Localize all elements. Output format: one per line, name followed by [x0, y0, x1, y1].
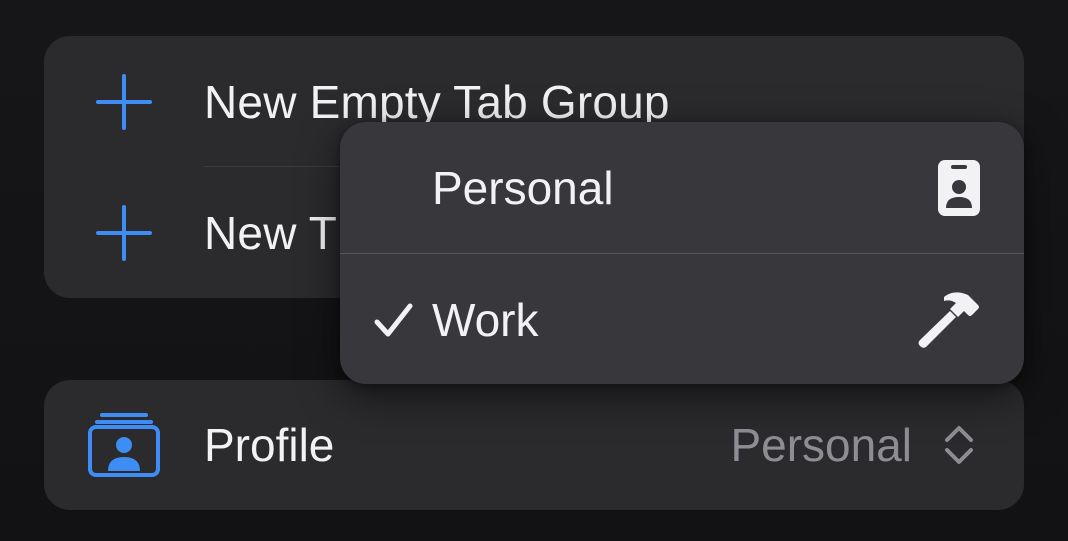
plus-icon-slot	[44, 204, 204, 261]
new-tab-group-label: New T	[204, 206, 338, 259]
checkmark-icon	[374, 303, 413, 336]
profile-card: Profile Personal	[44, 380, 1024, 510]
profile-current-value: Personal	[730, 419, 912, 471]
plus-icon-slot	[44, 73, 204, 130]
plus-icon	[96, 73, 152, 130]
profile-icon-slot	[44, 413, 204, 477]
id-badge-icon	[938, 159, 980, 216]
chevron-up-down-icon	[945, 426, 973, 464]
id-badge-icon-slot	[938, 159, 980, 216]
hammer-icon-slot	[916, 291, 980, 349]
menu-item-personal[interactable]: Personal	[340, 122, 1024, 253]
new-empty-tab-group-label: New Empty Tab Group	[204, 75, 670, 128]
profile-label: Profile	[204, 419, 335, 471]
menu-item-personal-label: Personal	[432, 161, 614, 214]
profile-stack-icon	[88, 413, 160, 477]
menu-item-work[interactable]: Work	[340, 254, 1024, 384]
menu-item-work-label: Work	[432, 293, 539, 346]
plus-icon	[96, 204, 152, 261]
hammer-icon	[918, 291, 979, 348]
profile-dropdown-menu: Personal Work	[340, 122, 1024, 384]
profile-selector[interactable]: Profile Personal	[44, 380, 1024, 510]
screen: New Empty Tab Group New T Profile Person…	[0, 0, 1068, 541]
